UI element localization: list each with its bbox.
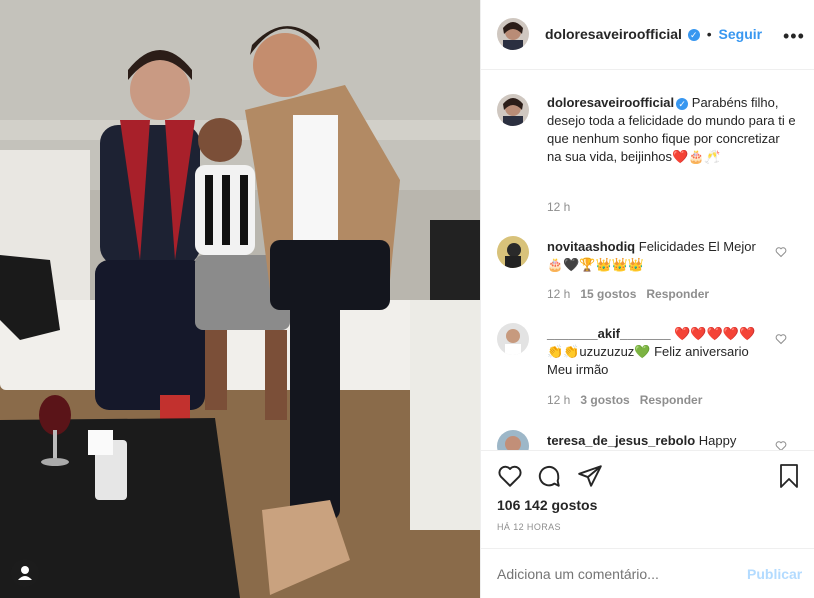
post-details-panel: doloresaveiroofficial ✓ • Seguir ••• dol… [480,0,814,598]
like-heart-icon[interactable] [497,463,523,489]
share-icon[interactable] [577,463,603,489]
comment-likes[interactable]: 3 gostos [580,393,629,407]
photo-illustration [0,0,480,598]
comment-meta: 12 h 15 gostos Responder [547,287,709,301]
comment-text: Happy [698,433,737,448]
comment-username[interactable]: teresa_de_jesus_rebolo [547,433,695,448]
post-date[interactable]: HÁ 12 HORAS [497,522,561,532]
comment-likes[interactable]: 15 gostos [580,287,636,301]
caption-time[interactable]: 12 h [547,200,570,214]
user-tag-button[interactable] [11,559,39,587]
comment-username[interactable]: novitaashodiq [547,239,635,254]
comment-username[interactable]: _______akif_______ [547,326,671,341]
add-comment-bar: Publicar [481,548,814,598]
post-header: doloresaveiroofficial ✓ • Seguir ••• [481,0,814,70]
bookmark-icon[interactable] [777,463,801,489]
avatar[interactable] [497,18,529,50]
more-options-icon[interactable]: ••• [783,26,805,47]
comment-like-heart-icon[interactable] [775,333,787,345]
post-actions: 106 142 gostos HÁ 12 HORAS [481,450,814,532]
post-photo[interactable] [0,0,480,598]
comment-time[interactable]: 12 h [547,287,570,301]
reply-button[interactable]: Responder [640,393,703,407]
likes-count[interactable]: 106 142 gostos [497,497,597,513]
user-icon [18,566,32,580]
verified-badge-icon: ✓ [676,97,689,110]
comment-avatar[interactable] [497,236,529,268]
publish-button[interactable]: Publicar [747,566,802,582]
comment-like-heart-icon[interactable] [775,440,787,450]
comment-time[interactable]: 12 h [547,393,570,407]
post-username[interactable]: doloresaveiroofficial [545,26,682,42]
comment-icon[interactable] [536,463,562,489]
verified-badge-icon: ✓ [687,29,700,42]
follow-button[interactable]: Seguir [719,26,763,42]
comment-meta: 12 h 3 gostos Responder [547,393,702,407]
comment-input[interactable] [495,562,719,586]
comment-avatar[interactable] [497,430,529,450]
header-separator: • [706,26,712,42]
caption-avatar[interactable] [497,94,529,126]
comment-avatar[interactable] [497,323,529,355]
reply-button[interactable]: Responder [646,287,709,301]
comment-item: teresa_de_jesus_rebolo Happy [481,428,814,450]
caption-username[interactable]: doloresaveiroofficial [547,95,674,110]
comment-like-heart-icon[interactable] [775,246,787,258]
